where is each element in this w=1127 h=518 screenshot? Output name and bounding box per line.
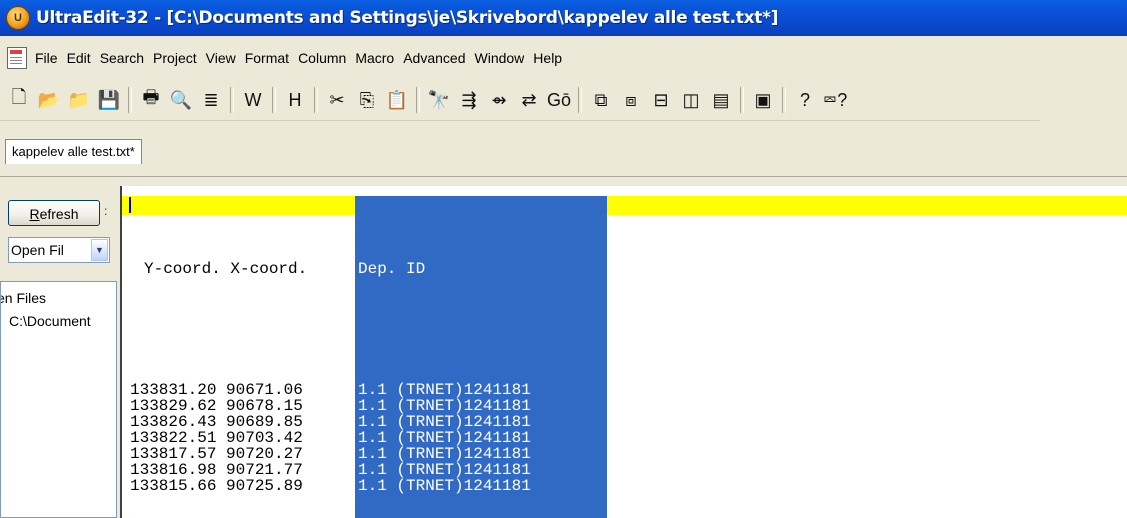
toolbar: 🗋 📂 📁 💾 🖶 🔍 ≣ W H ✂ ⎘ 📋 🔭 ⇶ ⇴ ⇄ Gō ⧉ ⧈ ⊟ ◫ ▤ ▣? ⮹? [0,80,1040,121]
print-icon[interactable]: 🖶 [139,87,163,112]
menu-format[interactable]: Format [245,50,289,66]
replace-icon[interactable]: ⇄ [517,88,541,112]
find-prev-icon[interactable]: ⇴ [487,88,511,112]
hex-mode-icon[interactable]: ≣ [199,88,223,112]
tree-root[interactable]: en Files [1,290,46,306]
paste-icon[interactable]: 📋 [385,88,409,112]
header-coords: Y-coord. X-coord. [144,260,308,278]
open-files-dropdown[interactable]: Open Fil ▼ [8,237,110,263]
menu-file[interactable]: File [35,50,58,66]
find-icon[interactable]: 🔭 [427,88,451,112]
copy-icon[interactable]: ⎘ [355,88,379,112]
title-bar: U UltraEdit-32 - [C:\Documents and Setti… [0,0,1127,36]
toolbar-separator [740,87,744,113]
text-line: 133815.66 90725.89 1.1 (TRNET)1241181 [122,477,722,495]
text-line: 133829.62 90678.15 1.1 (TRNET)1241181 [122,397,722,415]
tool-icon[interactable]: ▣ [751,88,775,112]
toolbar-separator [314,87,318,113]
menu-edit[interactable]: Edit [67,50,91,66]
open-file-icon[interactable]: 📂 [37,88,61,112]
split-horizontal-icon[interactable]: ⊟ [649,88,673,112]
menu-advanced[interactable]: Advanced [403,50,465,66]
toolbar-separator [230,87,234,113]
menu-help[interactable]: Help [533,50,562,66]
refresh-mnemonic: R [29,206,40,222]
file-panel: Refresh : Open Fil ▼ en Files C:\Documen… [0,186,117,518]
file-tree: en Files C:\Document [0,281,117,518]
toolbar-separator [128,87,132,113]
document-icon[interactable] [7,47,27,69]
line-coords: 133815.66 90725.89 [130,477,303,495]
active-line-highlight [122,196,1127,215]
menu-project[interactable]: Project [153,50,197,66]
save-icon[interactable]: 💾 [97,88,121,112]
find-next-icon[interactable]: ⇶ [457,88,481,112]
tab-file[interactable]: kappelev alle test.txt* [5,139,142,164]
cascade-icon[interactable]: ⧈ [619,88,643,112]
menu-bar: File Edit Search Project View Format Column Mac… [0,44,1127,72]
window-list-icon[interactable]: ▤ [709,88,733,112]
header-dep-id: Dep. ID [358,260,426,278]
goto-icon[interactable]: Gō [547,88,571,112]
toolbar-separator [578,87,582,113]
context-help-icon[interactable]: ⮹? [823,88,847,112]
word-wrap-icon[interactable]: W [241,88,265,112]
print-preview-icon[interactable]: 🔍 [169,88,193,112]
text-line: 133816.98 90721.77 1.1 (TRNET)1241181 [122,461,722,479]
split-vertical-icon[interactable]: ◫ [679,88,703,112]
tile-icon[interactable]: ⧉ [589,88,613,112]
cut-icon[interactable]: ✂ [325,88,349,112]
window-title: UltraEdit-32 - [C:\Documents and Setting… [36,8,779,28]
menu-macro[interactable]: Macro [355,50,394,66]
line-dep-id: 1.1 (TRNET)1241181 [358,477,531,495]
hex-edit-icon[interactable]: H [283,88,307,112]
text-line: 133817.57 90720.27 1.1 (TRNET)1241181 [122,445,722,463]
menu-window[interactable]: Window [475,50,525,66]
menu-search[interactable]: Search [100,50,144,66]
menu-view[interactable]: View [206,50,236,66]
tree-item[interactable]: C:\Document [9,313,91,329]
text-cursor [129,197,131,213]
text-line: 133826.43 90689.85 1.1 (TRNET)1241181 [122,413,722,431]
refresh-label: efresh [39,206,79,222]
dropdown-value: Open Fil [11,242,64,258]
refresh-button[interactable]: Refresh [8,200,100,226]
editor-area[interactable]: Y-coord. X-coord. Dep. ID 133831.20 9067… [120,186,1127,518]
menu-column[interactable]: Column [298,50,346,66]
toolbar-separator [272,87,276,113]
toolbar-separator [416,87,420,113]
tab-bar: kappelev alle test.txt* [0,124,1127,177]
ultraedit-app-icon[interactable]: U [6,6,30,30]
open-folder-icon[interactable]: 📁 [67,88,91,112]
panel-colon: : [104,204,108,218]
chevron-down-icon[interactable]: ▼ [91,239,108,261]
text-line: 133831.20 90671.06 1.1 (TRNET)1241181 [122,381,722,399]
text-line: 133822.51 90703.42 1.1 (TRNET)1241181 [122,429,722,447]
help-icon[interactable]: ? [793,88,817,112]
new-file-icon[interactable]: 🗋 [7,87,31,112]
toolbar-separator [782,87,786,113]
